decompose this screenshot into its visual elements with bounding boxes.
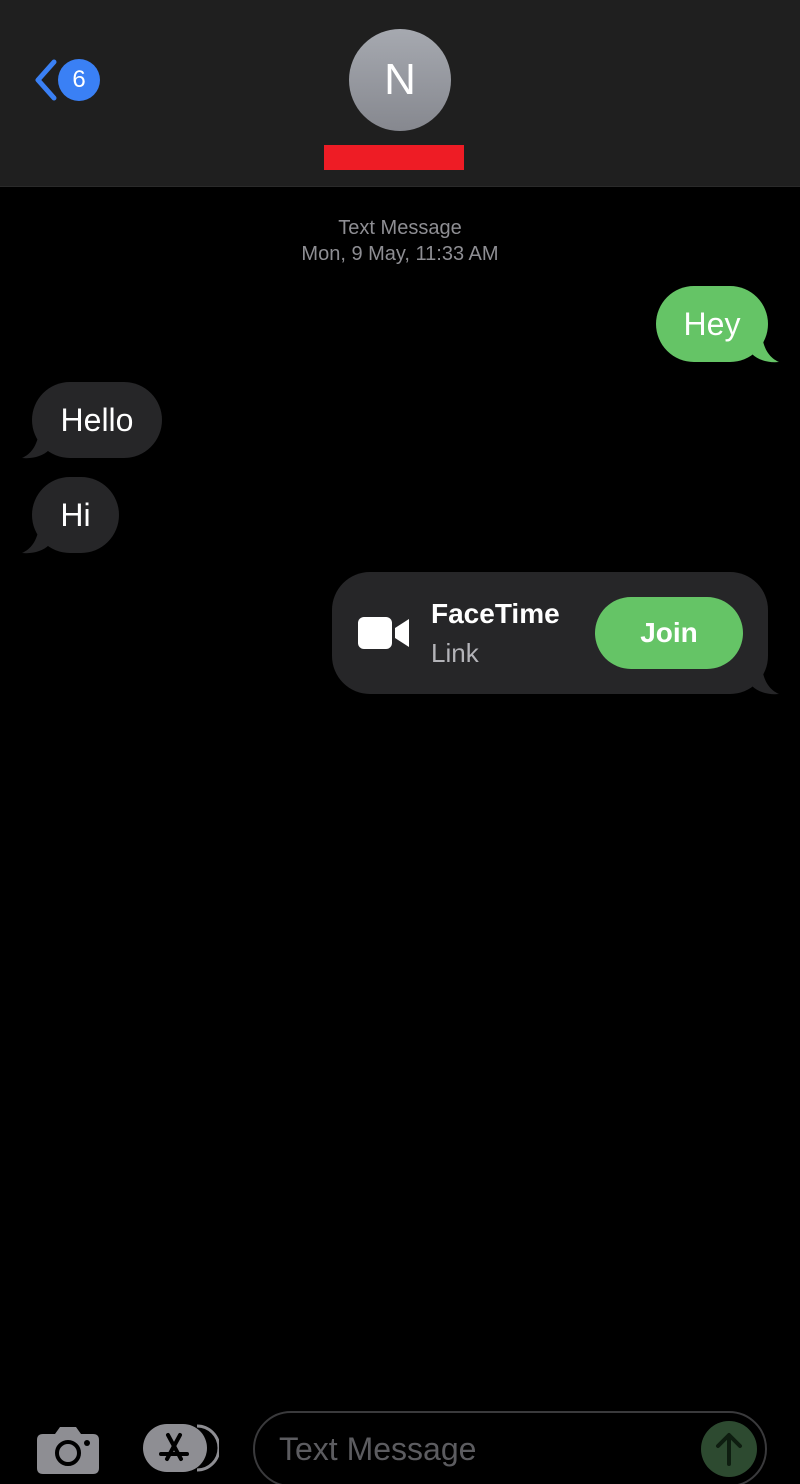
conversation-header: 6 N [0, 0, 800, 187]
app-store-button[interactable] [143, 1424, 221, 1477]
camera-button[interactable] [37, 1424, 99, 1479]
service-label: Text Message [338, 217, 462, 239]
join-button[interactable]: Join [595, 597, 743, 669]
unread-count-badge: 6 [58, 59, 100, 101]
date-time-label: Mon, 9 May, 11:33 AM [301, 243, 499, 265]
camera-icon [37, 1427, 99, 1474]
message-compose-field[interactable] [253, 1411, 767, 1484]
chevron-left-icon [35, 59, 57, 101]
join-label: Join [640, 617, 698, 648]
message-input[interactable] [279, 1413, 699, 1484]
contact-avatar[interactable]: N [349, 29, 451, 131]
incoming-message-bubble[interactable]: Hello [32, 382, 162, 458]
bubble-tail [22, 432, 49, 459]
contact-name-redaction [324, 145, 464, 170]
facetime-subtitle: Link [431, 638, 479, 668]
bubble-tail [22, 527, 49, 554]
message-timestamp: Text Message Mon, 9 May, 11:33 AM [0, 215, 800, 267]
message-text: Hello [60, 402, 134, 438]
facetime-title: FaceTime [431, 598, 560, 629]
avatar-initial: N [384, 55, 416, 104]
messages-screen: 6 N Text Message Mon, 9 May, 11:33 AM He… [0, 0, 800, 1484]
video-camera-icon [358, 617, 409, 649]
arrow-up-icon [716, 1433, 742, 1466]
send-button[interactable] [701, 1421, 757, 1477]
facetime-link-card[interactable]: FaceTime Link Join [332, 572, 768, 694]
bubble-tail [752, 336, 779, 363]
bubble-tail [752, 668, 779, 695]
back-button[interactable]: 6 [30, 56, 100, 104]
message-text: Hi [60, 497, 91, 533]
message-text: Hey [683, 306, 741, 342]
app-store-icon [143, 1424, 221, 1472]
